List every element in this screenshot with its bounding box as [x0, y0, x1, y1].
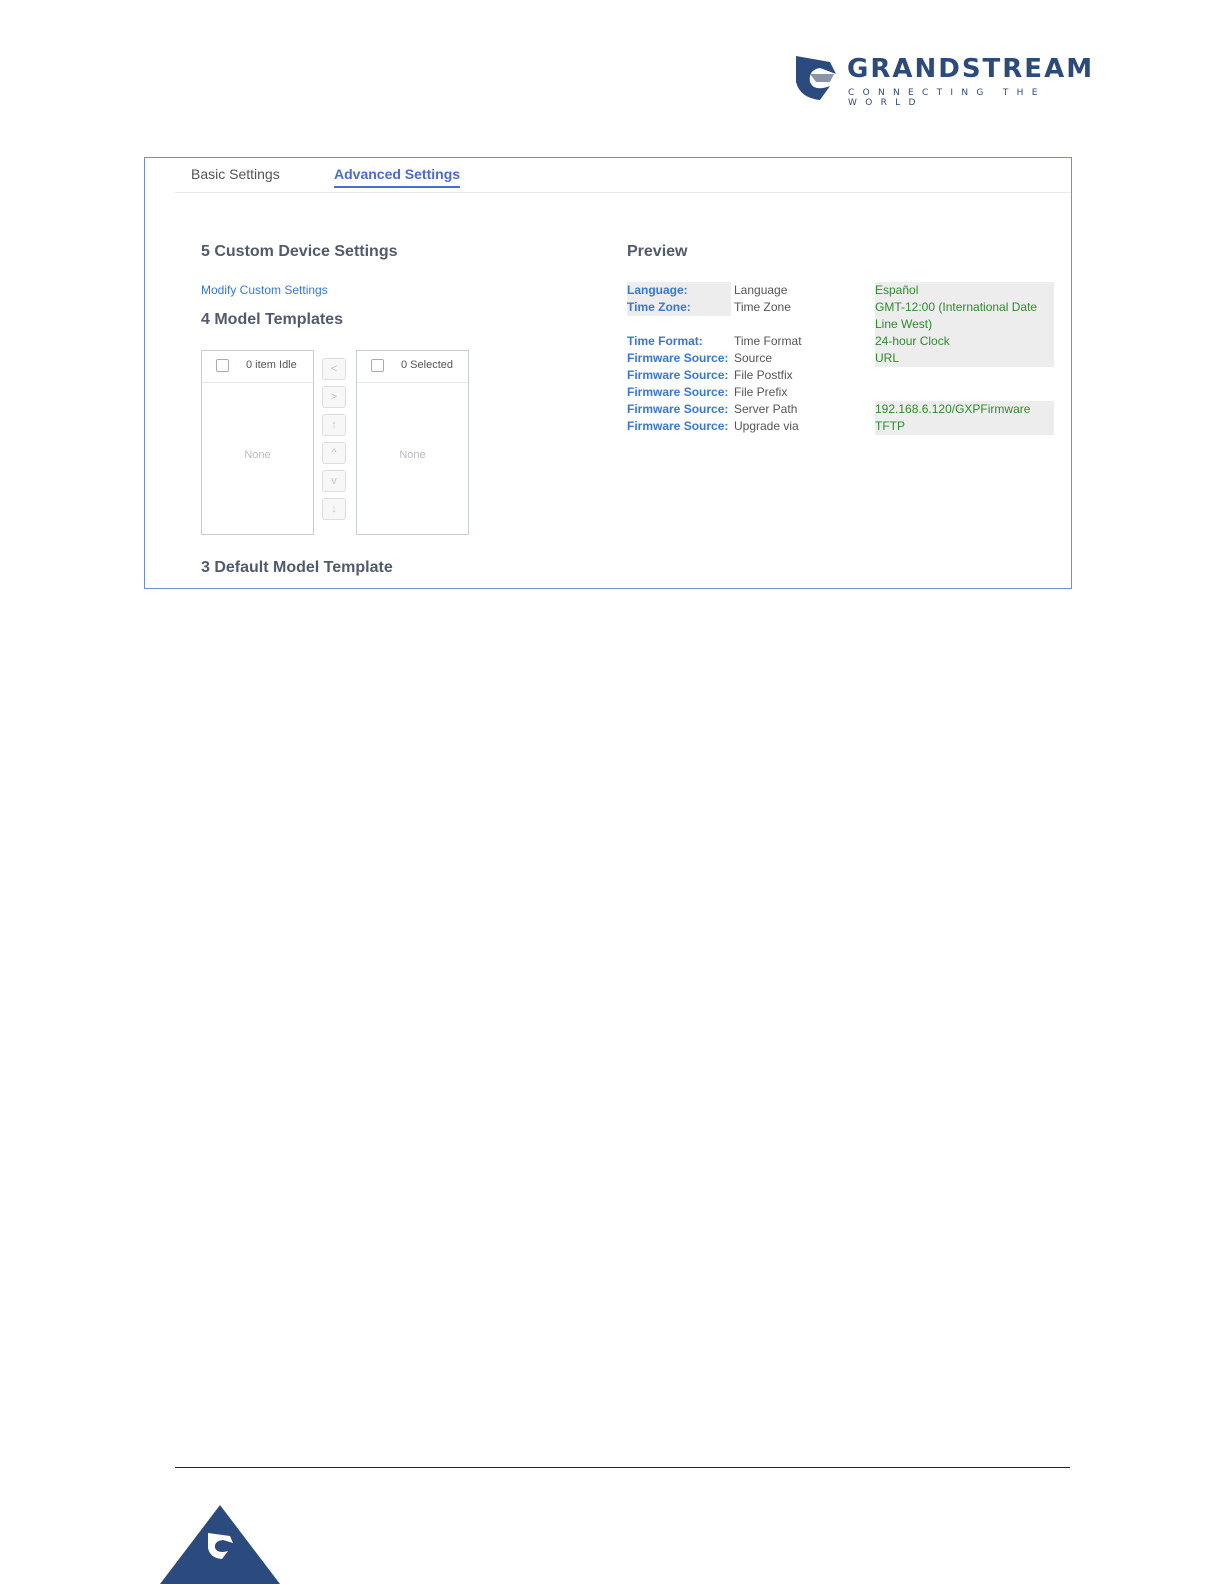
preview-field: Time Format [734, 334, 802, 348]
preview-key: Time Format: [627, 334, 703, 348]
tab-advanced-settings[interactable]: Advanced Settings [334, 166, 461, 188]
selected-list-empty: None [399, 449, 426, 461]
selected-list-header: 0 Selected [357, 351, 468, 383]
footer-logo-icon [160, 1505, 280, 1584]
selected-select-all-checkbox[interactable] [371, 359, 384, 372]
settings-panel: Basic Settings Advanced Settings 5 Custo… [144, 157, 1072, 589]
preview-field: Time Zone [734, 300, 791, 314]
move-top-button[interactable]: ↑ [322, 414, 346, 436]
preview-key: Firmware Source: [627, 419, 729, 433]
idle-list-header: 0 item Idle [202, 351, 313, 383]
brand-tagline: CONNECTING THE WORLD [848, 88, 1046, 108]
selected-list-count: 0 Selected [401, 359, 453, 371]
tab-basic-settings[interactable]: Basic Settings [191, 166, 280, 186]
tab-bar: Basic Settings Advanced Settings [175, 158, 1071, 193]
preview-key: Firmware Source: [627, 351, 729, 365]
preview-field: Source [734, 351, 773, 365]
preview-key: Firmware Source: [627, 402, 729, 416]
move-up-button[interactable]: ^ [322, 442, 346, 464]
footer-divider [175, 1467, 1070, 1468]
grandstream-logo: GRANDSTREAM CONNECTING THE WORLD [790, 52, 1120, 108]
preview-field: Language [734, 283, 788, 297]
preview-value: URL [875, 350, 1054, 367]
model-templates-title: 4 Model Templates [201, 311, 343, 328]
custom-device-settings-title: 5 Custom Device Settings [201, 243, 398, 260]
preview-title: Preview [627, 243, 688, 260]
default-model-template-title: 3 Default Model Template [201, 559, 393, 576]
preview-value: TFTP [875, 418, 1054, 435]
move-bottom-button[interactable]: ↓ [322, 498, 346, 520]
move-right-button[interactable]: > [322, 386, 346, 408]
preview-field: File Prefix [734, 385, 788, 399]
preview-value: 192.168.6.120/GXPFirmware [875, 401, 1054, 418]
move-down-button[interactable]: v [322, 470, 346, 492]
idle-list-empty: None [244, 449, 271, 461]
preview-value: 24-hour Clock [875, 333, 1054, 350]
preview-field: Server Path [734, 402, 798, 416]
brand-name: GRANDSTREAM [847, 54, 1095, 84]
preview-key: Time Zone: [627, 299, 731, 316]
idle-templates-list: 0 item Idle None [201, 350, 314, 535]
selected-templates-list: 0 Selected None [356, 350, 469, 535]
idle-select-all-checkbox[interactable] [216, 359, 229, 372]
modify-custom-settings-link[interactable]: Modify Custom Settings [201, 283, 328, 297]
preview-key: Firmware Source: [627, 368, 729, 382]
preview-value: GMT-12:00 (International Date Line West) [875, 299, 1054, 333]
idle-list-count: 0 item Idle [246, 359, 297, 371]
preview-field: File Postfix [734, 368, 793, 382]
preview-key: Language: [627, 282, 731, 299]
grandstream-logo-icon [796, 56, 836, 100]
preview-value: Español [875, 282, 1054, 299]
move-left-button[interactable]: < [322, 358, 346, 380]
preview-key: Firmware Source: [627, 385, 729, 399]
preview-field: Upgrade via [734, 419, 799, 433]
